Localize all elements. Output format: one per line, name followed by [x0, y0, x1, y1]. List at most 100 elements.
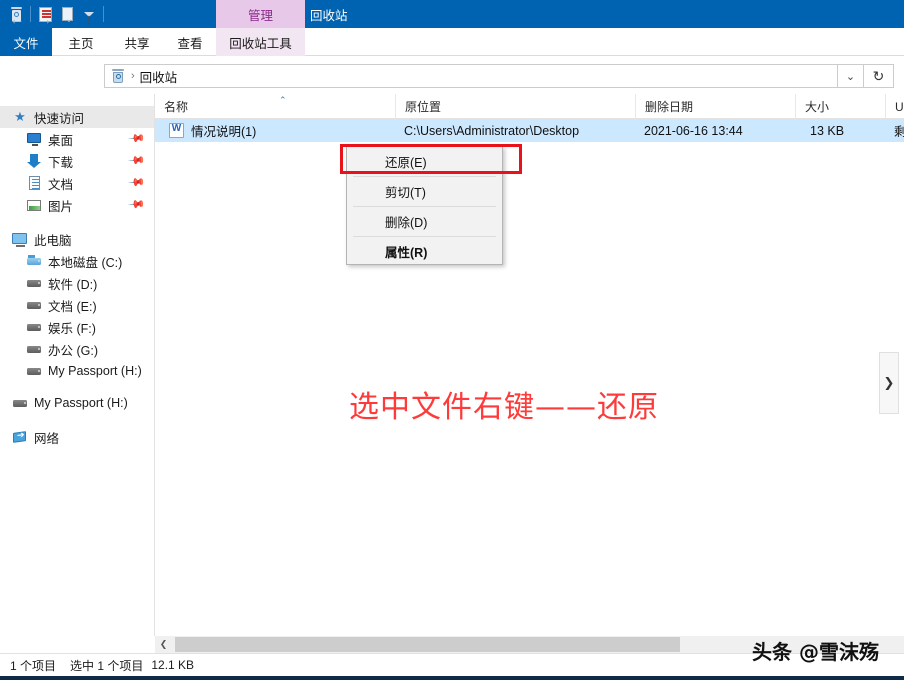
chevron-down-icon[interactable]: ⌄: [838, 64, 864, 88]
sidebar-item-drive-g[interactable]: 办公 (G:): [0, 338, 154, 360]
navigation-pane[interactable]: ★ 快速访问 桌面 📌 下载 📌 文档 📌 图片 📌 此电脑 本地磁盘 (C:)…: [0, 94, 155, 636]
tab-home[interactable]: 主页: [52, 28, 110, 56]
drive-icon: [26, 341, 42, 357]
sidebar-item-label: 桌面: [48, 133, 74, 148]
sidebar-item-network[interactable]: 网络: [0, 426, 154, 448]
sidebar-item-local-disk-c[interactable]: 本地磁盘 (C:): [0, 250, 154, 272]
pin-icon[interactable]: 📌: [128, 129, 147, 148]
sidebar-item-label: 办公 (G:): [48, 343, 98, 358]
this-pc-icon: [12, 231, 28, 247]
status-selection-count: 选中 1 个项目: [70, 658, 144, 673]
desktop-icon: [26, 131, 42, 147]
sort-ascending-icon: ⌃: [279, 95, 287, 105]
tab-file[interactable]: 文件: [0, 28, 52, 56]
column-header-name[interactable]: 名称 ⌃: [155, 94, 395, 119]
contextual-tab-label: 管理: [247, 8, 273, 23]
sidebar-item-drive-e[interactable]: 文档 (E:): [0, 294, 154, 316]
tab-view[interactable]: 查看: [164, 28, 216, 56]
sidebar-item-this-pc[interactable]: 此电脑: [0, 228, 154, 250]
sidebar-item-label: 本地磁盘 (C:): [48, 255, 123, 270]
preview-pane-expand-button[interactable]: ❯: [879, 352, 899, 414]
context-menu-item-delete[interactable]: 删除(D): [347, 207, 502, 236]
sidebar-item-drive-d[interactable]: 软件 (D:): [0, 272, 154, 294]
tab-share[interactable]: 共享: [110, 28, 164, 56]
breadcrumb-separator: ›: [131, 70, 135, 82]
pictures-icon: [26, 197, 42, 213]
file-explorer-window: 管理 回收站 文件 主页 共享 查看 回收站工具 ← → ⌄ ↑ › 回收站 ⌄: [0, 0, 904, 680]
pin-icon[interactable]: 📌: [128, 173, 147, 192]
drive-icon: [26, 363, 42, 379]
sidebar-item-my-passport-nested[interactable]: My Passport (H:): [0, 360, 154, 382]
documents-icon: [26, 175, 42, 191]
status-item-count: 1 个项目: [10, 658, 57, 673]
sidebar-item-label: 网络: [34, 431, 60, 446]
status-selection-size: 12.1 KB: [151, 658, 195, 672]
file-list-area[interactable]: 名称 ⌃ 原位置 删除日期 大小 U盘 情况说明(1) C:\Users\Adm…: [155, 94, 904, 636]
title-bar: [0, 0, 904, 28]
table-row[interactable]: 情况说明(1) C:\Users\Administrator\Desktop 2…: [155, 119, 904, 142]
drive-icon: [26, 297, 42, 313]
sidebar-item-label: 软件 (D:): [48, 277, 98, 292]
sidebar-item-label: 娱乐 (F:): [48, 321, 96, 336]
recent-locations-chevron-icon[interactable]: ⌄: [58, 8, 80, 30]
cell-deleted-date: 2021-06-16 13:44: [644, 123, 743, 138]
drive-icon: [26, 319, 42, 335]
ribbon-tab-strip: 文件 主页 共享 查看 回收站工具: [0, 28, 904, 56]
context-menu-item-properties[interactable]: 属性(R): [347, 237, 502, 266]
pin-icon[interactable]: 📌: [128, 151, 147, 170]
refresh-icon[interactable]: ↻: [864, 64, 894, 88]
sidebar-item-downloads[interactable]: 下载 📌: [0, 150, 154, 172]
annotation-text: 选中文件右键——还原: [349, 390, 659, 425]
context-menu[interactable]: 还原(E) 剪切(T) 删除(D) 属性(R): [346, 146, 503, 265]
word-document-icon: [169, 123, 184, 138]
qat-divider-2: [103, 6, 104, 22]
drive-icon: [26, 275, 42, 291]
sidebar-item-label: 图片: [48, 199, 74, 214]
cell-original-location: C:\Users\Administrator\Desktop: [404, 123, 580, 138]
cell-extra: 剩: [894, 125, 904, 139]
column-header-deleted-date[interactable]: 删除日期: [635, 94, 795, 119]
pin-icon[interactable]: 📌: [128, 195, 147, 214]
bottom-accent-bar: [0, 676, 904, 680]
scrollbar-thumb[interactable]: [175, 637, 680, 652]
column-header-extra[interactable]: U盘: [885, 94, 904, 119]
up-arrow-icon[interactable]: ↑: [78, 8, 100, 30]
scroll-left-arrow-icon[interactable]: ❮: [155, 636, 172, 653]
chevron-right-icon: ❯: [883, 375, 895, 390]
address-input[interactable]: › 回收站: [104, 64, 838, 88]
cell-name: 情况说明(1): [191, 125, 257, 139]
window-title: 回收站: [310, 8, 348, 23]
column-header-original-location[interactable]: 原位置: [395, 94, 635, 119]
sidebar-item-label: 文档 (E:): [48, 299, 97, 314]
star-pin-icon: ★: [14, 109, 26, 124]
tab-recycle-bin-tools[interactable]: 回收站工具: [216, 28, 305, 56]
downloads-icon: [26, 153, 42, 169]
column-header-size[interactable]: 大小: [795, 94, 885, 119]
sidebar-item-pictures[interactable]: 图片 📌: [0, 194, 154, 216]
sidebar-item-label: My Passport (H:): [48, 364, 142, 378]
breadcrumb-path: 回收站: [139, 70, 178, 85]
network-icon: [12, 429, 28, 445]
watermark: 头条 @雪沫殇: [752, 640, 879, 664]
recycle-bin-icon: [110, 68, 126, 84]
sidebar-item-quick-access[interactable]: ★ 快速访问: [0, 106, 154, 128]
sidebar-item-label: My Passport (H:): [34, 396, 128, 410]
sidebar-item-label: 快速访问: [34, 111, 85, 126]
context-menu-item-cut[interactable]: 剪切(T): [347, 177, 502, 206]
cell-size: 13 KB: [810, 123, 845, 138]
qat-divider: [30, 6, 31, 22]
sidebar-item-label: 文档: [48, 177, 74, 192]
forward-arrow-icon[interactable]: →: [34, 8, 56, 30]
sidebar-item-desktop[interactable]: 桌面 📌: [0, 128, 154, 150]
contextual-tab-header-manage[interactable]: 管理: [216, 0, 305, 28]
sidebar-item-documents[interactable]: 文档 📌: [0, 172, 154, 194]
context-menu-item-restore[interactable]: 还原(E): [347, 147, 502, 176]
drive-icon: [12, 395, 28, 411]
system-drive-icon: [26, 253, 42, 269]
back-arrow-icon[interactable]: ←: [6, 8, 28, 30]
sidebar-item-label: 此电脑: [34, 233, 72, 248]
sidebar-item-my-passport[interactable]: My Passport (H:): [0, 392, 154, 414]
sidebar-item-label: 下载: [48, 155, 74, 170]
column-header-row: 名称 ⌃ 原位置 删除日期 大小 U盘: [155, 94, 904, 119]
sidebar-item-drive-f[interactable]: 娱乐 (F:): [0, 316, 154, 338]
